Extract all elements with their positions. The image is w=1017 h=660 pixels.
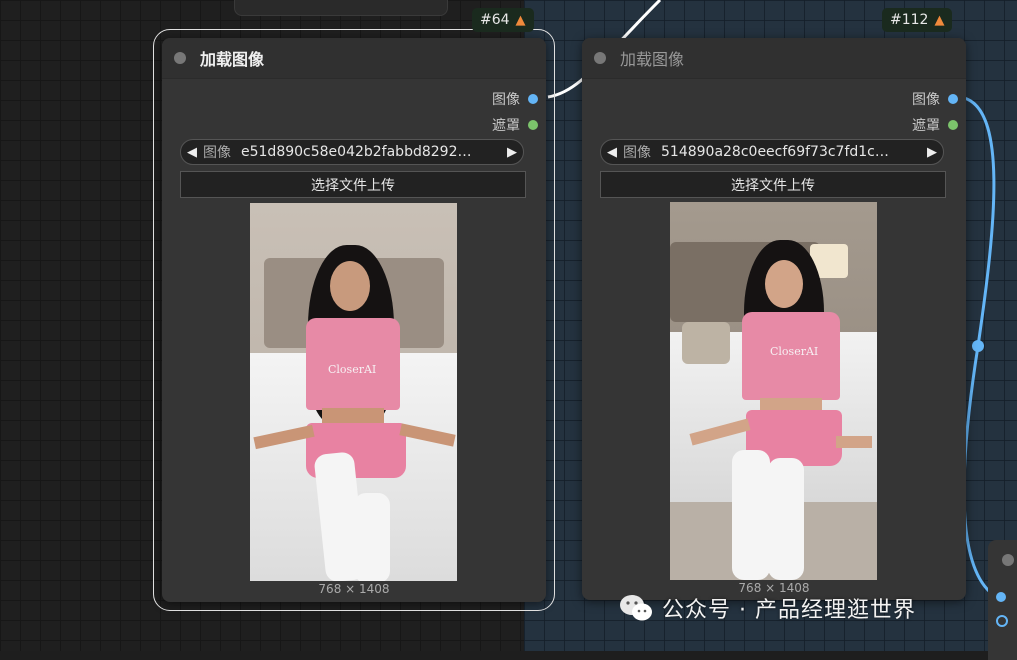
image-select-combo[interactable]: ◀ 图像 514890a28c0eecf69f73c7fd1c… ▶	[600, 139, 944, 165]
image-select-combo[interactable]: ◀ 图像 e51d890c58e042b2fabbd8292… ▶	[180, 139, 524, 165]
node-id-text: #64	[480, 12, 510, 28]
output-mask[interactable]: 遮罩	[492, 112, 538, 138]
image-dimensions: 768 × 1408	[318, 582, 390, 596]
node-id-badge: #64 ▲	[472, 8, 534, 32]
output-image[interactable]: 图像	[492, 86, 538, 112]
output-mask-label: 遮罩	[492, 118, 520, 134]
output-image-label: 图像	[912, 92, 940, 108]
combo-label: 图像	[203, 145, 231, 161]
prev-arrow-icon[interactable]: ◀	[601, 145, 623, 160]
node-header[interactable]: 加载图像	[162, 38, 546, 79]
node-outputs: 图像 遮罩	[912, 86, 958, 138]
combo-value: e51d890c58e042b2fabbd8292…	[241, 144, 472, 160]
watermark-text: 公众号 · 产品经理逛世界	[662, 598, 916, 623]
node-partial-right[interactable]	[988, 540, 1017, 660]
collapse-dot-icon[interactable]	[594, 52, 606, 64]
load-image-node-64[interactable]: #64 ▲ 加载图像 图像 遮罩 ◀ 图像 e51d890c58e042b2fa…	[153, 8, 555, 611]
image-preview: CloserAI	[250, 203, 457, 581]
node-title: 加载图像	[200, 50, 265, 69]
image-preview: CloserAI	[670, 202, 877, 580]
output-image[interactable]: 图像	[912, 86, 958, 112]
output-mask-label: 遮罩	[912, 118, 940, 134]
image-slot-icon[interactable]	[528, 94, 538, 104]
watermark: 公众号 · 产品经理逛世界	[618, 592, 916, 624]
wechat-icon	[620, 595, 652, 621]
shirt-print: CloserAI	[770, 345, 819, 358]
upload-button[interactable]: 选择文件上传	[180, 171, 526, 198]
next-arrow-icon[interactable]: ▶	[501, 145, 523, 160]
node-header[interactable]: 加载图像	[582, 38, 966, 79]
combo-label: 图像	[623, 145, 651, 161]
collapse-dot-icon[interactable]	[174, 52, 186, 64]
output-mask[interactable]: 遮罩	[912, 112, 958, 138]
image-slot-icon[interactable]	[948, 94, 958, 104]
node-id-badge: #112 ▲	[882, 8, 953, 32]
node-outputs: 图像 遮罩	[492, 86, 538, 138]
shirt-print: CloserAI	[328, 363, 377, 376]
node-id-text: #112	[890, 12, 929, 28]
upload-button[interactable]: 选择文件上传	[600, 171, 946, 198]
combo-value: 514890a28c0eecf69f73c7fd1c…	[661, 144, 889, 160]
mask-slot-icon[interactable]	[528, 120, 538, 130]
node-title: 加载图像	[620, 50, 685, 69]
mask-slot-icon[interactable]	[948, 120, 958, 130]
next-arrow-icon[interactable]: ▶	[921, 145, 943, 160]
node-partial-top[interactable]	[234, 0, 448, 16]
prev-arrow-icon[interactable]: ◀	[181, 145, 203, 160]
fox-icon: ▲	[515, 12, 526, 28]
load-image-node-112[interactable]: #112 ▲ 加载图像 图像 遮罩 ◀ 图像 514890a28c0eecf69…	[582, 8, 966, 600]
output-image-label: 图像	[492, 92, 520, 108]
fox-icon: ▲	[934, 12, 945, 28]
